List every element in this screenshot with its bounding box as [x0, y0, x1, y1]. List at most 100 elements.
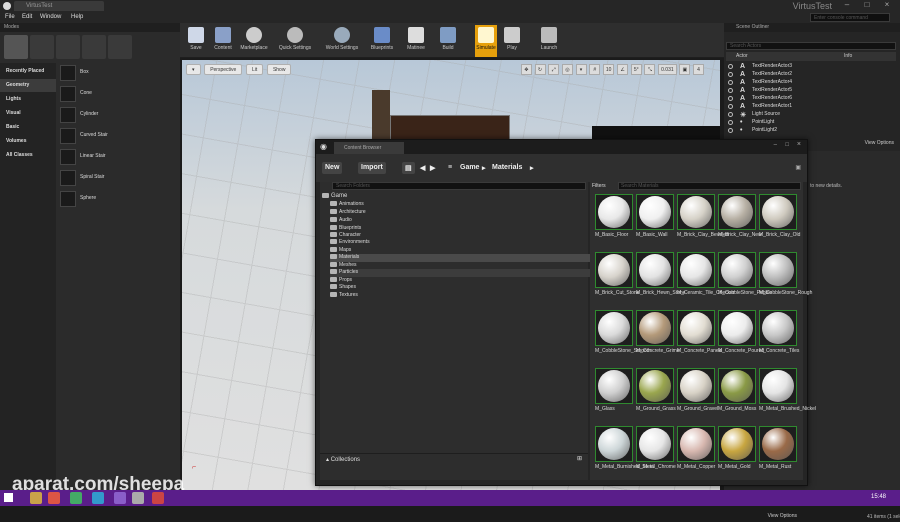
material-asset-tile[interactable]: M_CobbleStone_Pebble — [718, 252, 772, 307]
geometry-mode-icon[interactable] — [108, 35, 132, 59]
category-all-classes[interactable]: All Classes — [0, 149, 56, 162]
close-icon[interactable]: × — [797, 141, 801, 148]
unreal-taskbar-icon[interactable] — [132, 492, 144, 504]
minimize-icon[interactable]: – — [774, 142, 777, 148]
menu-file[interactable]: File — [5, 14, 15, 20]
rotation-snap-value[interactable]: 5° — [630, 64, 642, 75]
category-visual[interactable]: Visual — [0, 107, 56, 120]
folder-item[interactable]: Audio — [330, 217, 592, 225]
table-row[interactable]: A TextRenderActor5 — [726, 87, 886, 95]
material-asset-tile[interactable]: M_Brick_Hewn_Stone — [636, 252, 685, 307]
list-item[interactable]: Curved Stair — [58, 126, 178, 146]
table-row[interactable]: A TextRenderActor3 — [726, 63, 886, 71]
eye-icon[interactable] — [728, 64, 733, 69]
material-asset-tile[interactable]: M_Brick_Cut_Stone — [595, 252, 639, 307]
breadcrumb-materials[interactable]: Materials — [492, 164, 522, 171]
material-asset-tile[interactable]: M_Basic_Wall — [636, 194, 674, 249]
category-volumes[interactable]: Volumes — [0, 135, 56, 148]
level-tab[interactable]: VirtusTest — [14, 1, 104, 11]
outliner-view-options[interactable]: View Options — [865, 140, 894, 146]
table-row[interactable]: • PointLight — [726, 119, 886, 127]
collections-section[interactable]: ▴ Collections ⊞ — [320, 453, 588, 465]
table-row[interactable]: A TextRenderActor6 — [726, 95, 886, 103]
perspective-button[interactable]: Perspective — [204, 64, 243, 75]
folder-search-input[interactable]: Search Folders — [332, 182, 586, 190]
world-settings-button[interactable]: World Settings — [322, 25, 362, 57]
material-asset-tile[interactable]: M_Ground_Moss — [718, 368, 756, 423]
list-item[interactable]: Linear Stair — [58, 147, 178, 167]
app-icon[interactable] — [70, 492, 82, 504]
list-item[interactable]: Box — [58, 63, 178, 83]
material-asset-tile[interactable]: M_Concrete_Poured — [718, 310, 764, 365]
foliage-mode-icon[interactable] — [82, 35, 106, 59]
material-asset-tile[interactable]: M_Concrete_Panels — [677, 310, 722, 365]
save-all-icon[interactable]: ▤ — [402, 162, 415, 174]
scale-snap-icon[interactable]: ⤡ — [644, 64, 656, 75]
folder-item[interactable]: Animations — [330, 201, 592, 209]
material-asset-tile[interactable]: M_Metal_Rust — [759, 426, 797, 481]
menu-help[interactable]: Help — [71, 14, 83, 20]
maximize-icon[interactable]: □ — [785, 142, 789, 148]
material-asset-tile[interactable]: M_Brick_Clay_New — [718, 194, 762, 249]
asset-search-input[interactable]: Search Materials — [618, 182, 801, 190]
marketplace-button[interactable]: Marketplace — [237, 25, 271, 57]
material-asset-tile[interactable]: M_Basic_Floor — [595, 194, 633, 249]
material-asset-tile[interactable]: M_Concrete_Tiles — [759, 310, 799, 365]
material-asset-tile[interactable]: M_Metal_Copper — [677, 426, 715, 481]
eye-icon[interactable] — [728, 96, 733, 101]
landscape-mode-icon[interactable] — [56, 35, 80, 59]
menu-window[interactable]: Window — [40, 14, 61, 20]
table-row[interactable]: A TextRenderActor2 — [726, 71, 886, 79]
new-asset-button[interactable]: New — [322, 162, 343, 174]
show-button[interactable]: Show — [266, 64, 292, 75]
content-button[interactable]: Content — [210, 25, 236, 57]
content-browser-tab[interactable]: Content Browser — [334, 142, 404, 154]
folder-item[interactable]: Particles — [330, 269, 592, 277]
add-collection-icon[interactable]: ⊞ — [577, 455, 582, 462]
eye-icon[interactable] — [728, 80, 733, 85]
camera-speed-value[interactable]: 4 — [693, 64, 704, 75]
camera-speed-icon[interactable]: ▣ — [679, 64, 691, 75]
blueprints-button[interactable]: Blueprints — [366, 25, 398, 57]
eye-icon[interactable] — [728, 72, 733, 77]
material-asset-tile[interactable]: M_Ceramic_Tile_Checker — [677, 252, 735, 307]
import-button[interactable]: Import — [358, 162, 386, 174]
scale-icon[interactable]: ⤢ — [548, 64, 560, 75]
windows-start-icon[interactable] — [4, 493, 13, 502]
list-item[interactable]: Spiral Stair — [58, 168, 178, 188]
table-row[interactable]: ☀ Light Source — [726, 111, 886, 119]
material-asset-tile[interactable]: M_Ground_Grass — [636, 368, 676, 423]
material-asset-tile[interactable]: M_Brick_Clay_Beveled — [677, 194, 729, 249]
column-info[interactable]: Info — [844, 53, 852, 59]
lock-icon[interactable]: ▣ — [795, 164, 801, 171]
eye-icon[interactable] — [728, 88, 733, 93]
paint-mode-icon[interactable] — [30, 35, 54, 59]
category-lights[interactable]: Lights — [0, 93, 56, 106]
eye-icon[interactable] — [728, 120, 733, 125]
viewport-menu-button[interactable]: ▾ — [186, 64, 201, 75]
material-asset-tile[interactable]: M_Ground_Gravel — [677, 368, 718, 423]
list-item[interactable]: Cylinder — [58, 105, 178, 125]
folder-item[interactable]: Textures — [330, 292, 592, 300]
menu-edit[interactable]: Edit — [22, 14, 32, 20]
surface-snap-icon[interactable]: ▾ — [575, 64, 587, 75]
simulate-button[interactable]: Simulate — [475, 25, 497, 57]
category-geometry[interactable]: Geometry — [0, 79, 56, 92]
grid-snap-icon[interactable]: # — [589, 64, 601, 75]
list-item[interactable]: Sphere — [58, 189, 178, 209]
launch-button[interactable]: Launch — [537, 25, 561, 57]
place-mode-icon[interactable] — [4, 35, 28, 59]
column-actor[interactable]: Actor — [736, 53, 748, 59]
rotation-snap-icon[interactable]: ∠ — [617, 64, 629, 75]
app-icon[interactable] — [152, 492, 164, 504]
category-basic[interactable]: Basic — [0, 121, 56, 134]
material-asset-tile[interactable]: M_Glass — [595, 368, 633, 423]
world-local-icon[interactable]: ◎ — [561, 64, 573, 75]
table-row[interactable]: • PointLight2 — [726, 127, 886, 135]
chrome-icon[interactable] — [48, 492, 60, 504]
folder-item[interactable]: Shapes — [330, 284, 592, 292]
nav-back-icon[interactable]: ◀ — [420, 164, 425, 172]
scale-snap-value[interactable]: 0.031 — [658, 64, 677, 75]
maximize-icon[interactable]: □ — [858, 0, 876, 11]
minimize-icon[interactable]: – — [838, 0, 856, 11]
